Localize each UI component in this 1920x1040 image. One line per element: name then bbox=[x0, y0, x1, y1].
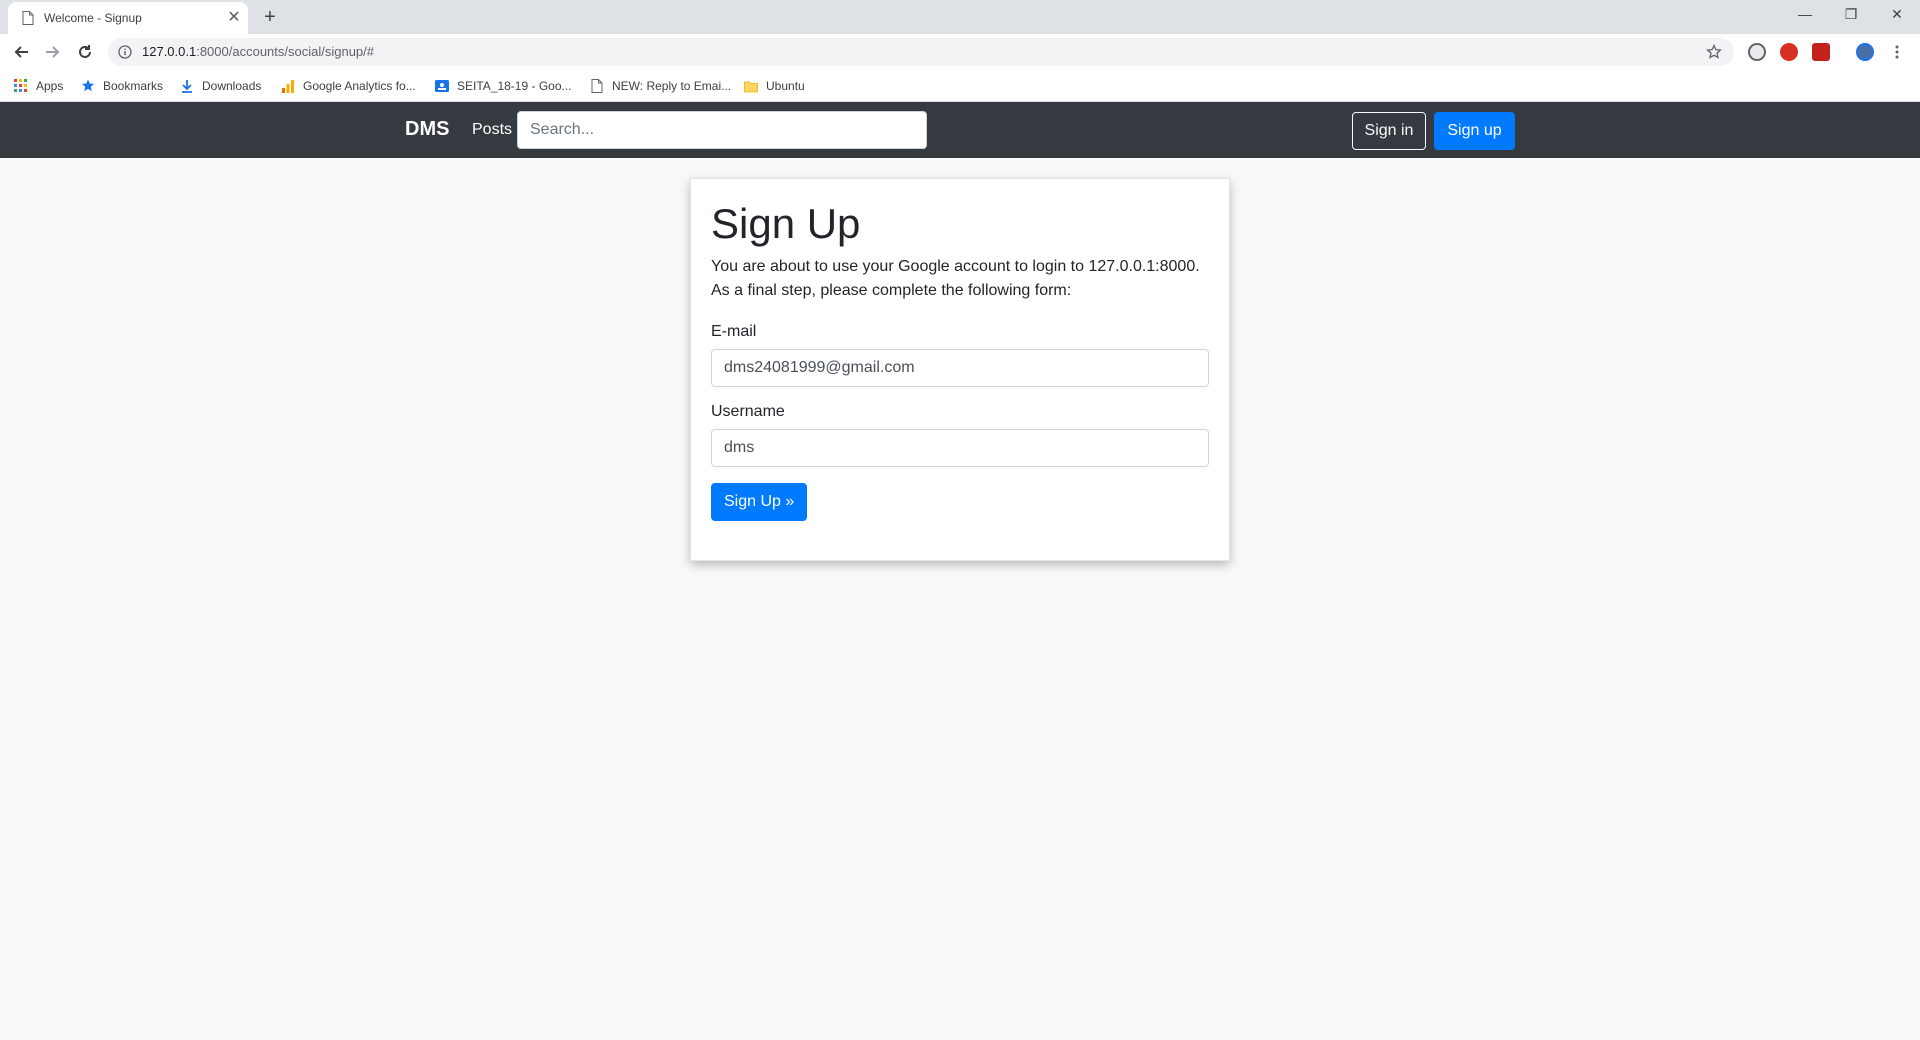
forward-icon[interactable] bbox=[40, 39, 66, 65]
bookmark-downloads[interactable]: Downloads bbox=[180, 77, 261, 95]
username-field[interactable] bbox=[711, 429, 1209, 468]
intro-text: You are about to use your Google account… bbox=[711, 255, 1209, 303]
tab-title: Welcome - Signup bbox=[44, 11, 142, 25]
bookmark-ubuntu[interactable]: Ubuntu bbox=[744, 77, 805, 95]
bookmark-seita[interactable]: SEITA_18-19 - Goo... bbox=[435, 77, 572, 95]
address-bar[interactable]: 127.0.0.1:8000/accounts/social/signup/# bbox=[108, 38, 1734, 66]
restore-icon[interactable]: ❐ bbox=[1828, 0, 1874, 30]
signup-card: Sign Up You are about to use your Google… bbox=[690, 178, 1230, 561]
close-tab-icon[interactable]: ✕ bbox=[224, 8, 244, 28]
sign-up-submit-button[interactable]: Sign Up » bbox=[711, 483, 808, 522]
username-label: Username bbox=[711, 403, 785, 421]
email-label: E-mail bbox=[711, 323, 757, 341]
nav-link-posts[interactable]: Posts bbox=[472, 121, 512, 139]
bookmark-label: Ubuntu bbox=[766, 79, 805, 93]
bookmark-label: Google Analytics fo... bbox=[303, 79, 416, 93]
menu-dots-icon[interactable] bbox=[1884, 39, 1910, 65]
bookmark-label: Downloads bbox=[202, 79, 262, 93]
minimize-icon[interactable]: — bbox=[1782, 0, 1828, 30]
intro-line-1: You are about to use your Google account… bbox=[711, 258, 1200, 276]
classroom-icon bbox=[435, 80, 449, 92]
username-field-group: Username bbox=[711, 403, 1209, 468]
email-field[interactable] bbox=[711, 349, 1209, 388]
extension-icon[interactable] bbox=[1748, 43, 1766, 61]
bookmark-new-reply[interactable]: NEW: Reply to Emai... bbox=[590, 77, 731, 95]
email-field-group: E-mail bbox=[711, 323, 1209, 388]
apps-grid-icon bbox=[14, 79, 27, 92]
bookmark-label: Apps bbox=[36, 79, 64, 93]
close-window-icon[interactable]: ✕ bbox=[1874, 0, 1920, 30]
new-tab-icon[interactable]: + bbox=[258, 5, 282, 29]
bookmark-google-analytics[interactable]: Google Analytics fo... bbox=[281, 77, 416, 95]
adblock-icon[interactable] bbox=[1780, 43, 1798, 61]
bookmark-star-icon[interactable] bbox=[1706, 44, 1722, 60]
browser-toolbar: 127.0.0.1:8000/accounts/social/signup/# bbox=[0, 34, 1920, 70]
bookmark-label: NEW: Reply to Emai... bbox=[612, 79, 732, 93]
app-navbar: DMS Posts Sign in Sign up bbox=[0, 102, 1920, 158]
page-icon bbox=[22, 11, 34, 25]
shield-extension-icon[interactable] bbox=[1812, 43, 1830, 61]
intro-line-2: As a final step, please complete the fol… bbox=[711, 282, 1072, 300]
bookmark-bookmarks[interactable]: Bookmarks bbox=[81, 77, 163, 95]
sign-in-button[interactable]: Sign in bbox=[1352, 112, 1426, 150]
folder-icon bbox=[744, 81, 758, 93]
profile-avatar-icon[interactable] bbox=[1856, 43, 1874, 61]
info-icon[interactable] bbox=[118, 45, 132, 59]
search-input[interactable] bbox=[517, 111, 927, 149]
page-title: Sign Up bbox=[711, 200, 861, 247]
browser-tab[interactable]: Welcome - Signup ✕ bbox=[8, 2, 248, 34]
star-icon bbox=[82, 79, 95, 92]
url-text: 127.0.0.1:8000/accounts/social/signup/# bbox=[142, 44, 375, 59]
bookmark-label: Bookmarks bbox=[103, 79, 164, 93]
browser-tab-strip: Welcome - Signup ✕ + — ❐ ✕ bbox=[0, 0, 1920, 34]
download-icon bbox=[182, 80, 192, 93]
analytics-icon bbox=[282, 80, 294, 93]
page-icon bbox=[591, 79, 603, 93]
bookmark-apps[interactable]: Apps bbox=[14, 77, 63, 95]
brand-logo[interactable]: DMS bbox=[405, 118, 449, 141]
bookmarks-bar: Apps Bookmarks Downloads Google Analytic… bbox=[0, 70, 1920, 102]
bookmark-label: SEITA_18-19 - Goo... bbox=[457, 79, 572, 93]
reload-icon[interactable] bbox=[72, 39, 98, 65]
sign-up-nav-button[interactable]: Sign up bbox=[1434, 112, 1515, 150]
back-icon[interactable] bbox=[8, 39, 34, 65]
